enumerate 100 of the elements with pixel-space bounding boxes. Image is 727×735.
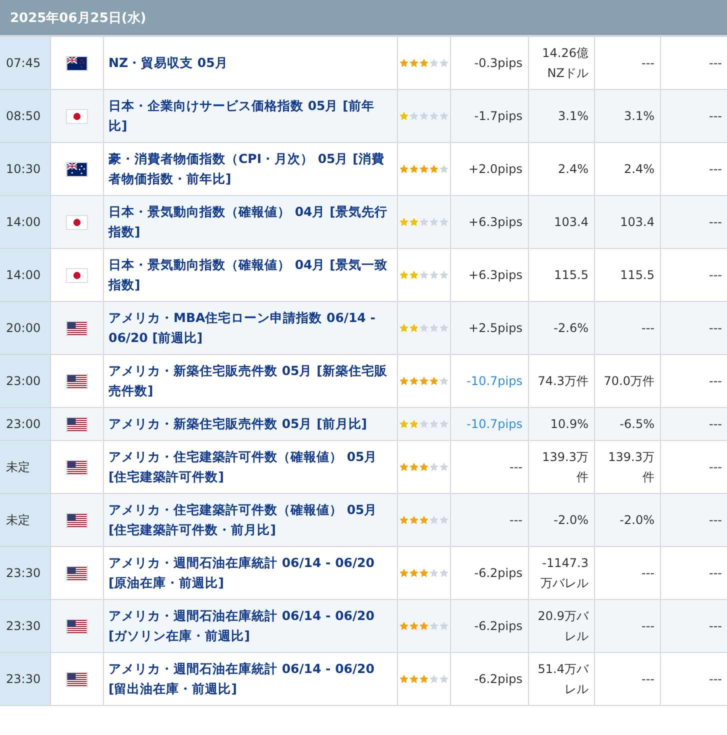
star-icon bbox=[428, 58, 438, 68]
pips-cell: +2.5pips bbox=[468, 321, 522, 335]
time-cell-text: 10:30 bbox=[6, 161, 41, 178]
pips-cell: --- bbox=[510, 513, 522, 527]
forecast-cell-text: --- bbox=[642, 671, 654, 688]
star-icon bbox=[418, 270, 428, 280]
flag-icon bbox=[66, 214, 88, 230]
star-icon bbox=[428, 323, 438, 333]
pips-cell: -6.2pips bbox=[474, 672, 522, 686]
star-icon bbox=[418, 323, 428, 333]
flag-icon bbox=[66, 566, 88, 580]
actual-cell-text: 115.5 bbox=[554, 267, 588, 284]
time-cell-text: 08:50 bbox=[6, 108, 41, 125]
star-icon bbox=[408, 270, 418, 280]
star-icon bbox=[398, 111, 408, 121]
time-cell-text: 14:00 bbox=[6, 267, 41, 284]
star-icon bbox=[398, 217, 408, 227]
actual-cell-text: 10.9% bbox=[550, 416, 588, 433]
star-icon bbox=[408, 674, 418, 684]
star-icon bbox=[428, 111, 438, 121]
star-icon bbox=[408, 621, 418, 631]
previous-cell-text: --- bbox=[709, 55, 722, 72]
star-icon bbox=[418, 621, 428, 631]
star-icon bbox=[408, 462, 418, 472]
pips-cell: -0.3pips bbox=[474, 56, 522, 70]
flag-icon bbox=[66, 374, 88, 388]
date-header: 2025年06月25日(水) bbox=[9, 10, 146, 26]
flag-icon bbox=[66, 268, 88, 282]
star-icon bbox=[428, 621, 438, 631]
star-icon bbox=[428, 568, 438, 578]
previous-cell-text: --- bbox=[709, 671, 722, 688]
star-icon bbox=[408, 568, 418, 578]
time-cell-text: 23:30 bbox=[6, 618, 41, 635]
flag-icon bbox=[66, 512, 88, 528]
star-icon bbox=[398, 515, 408, 525]
star-icon bbox=[438, 164, 448, 174]
pips-cell: -1.7pips bbox=[474, 109, 522, 123]
star-icon bbox=[438, 323, 448, 333]
forecast-cell-text: 115.5 bbox=[620, 267, 654, 284]
forecast-cell-text: --- bbox=[642, 55, 654, 72]
star-icon bbox=[418, 674, 428, 684]
flag-icon bbox=[66, 108, 88, 124]
star-icon bbox=[418, 376, 428, 386]
star-icon bbox=[398, 58, 408, 68]
star-icon bbox=[438, 568, 448, 578]
star-icon bbox=[398, 674, 408, 684]
flag-icon bbox=[66, 320, 88, 336]
pips-cell: --- bbox=[510, 460, 522, 474]
flag-icon bbox=[66, 672, 88, 686]
forecast-cell-text: 70.0万件 bbox=[604, 373, 654, 390]
actual-cell-text: 3.1% bbox=[558, 108, 588, 125]
time-cell-text: 23:30 bbox=[6, 565, 41, 582]
forecast-cell-text: 139.3万件 bbox=[607, 449, 654, 486]
star-icon bbox=[438, 270, 448, 280]
time-cell-text: 14:00 bbox=[6, 214, 41, 231]
star-icon bbox=[418, 419, 428, 429]
event-link[interactable]: NZ・貿易収支 05月 bbox=[108, 53, 228, 73]
forecast-cell-text: -6.5% bbox=[620, 416, 654, 433]
star-icon bbox=[408, 111, 418, 121]
star-icon bbox=[418, 58, 428, 68]
star-icon bbox=[428, 376, 438, 386]
forecast-cell-text: 3.1% bbox=[624, 108, 654, 125]
star-icon bbox=[438, 674, 448, 684]
star-icon bbox=[428, 674, 438, 684]
forecast-cell-text: --- bbox=[642, 320, 654, 337]
time-cell-text: 20:00 bbox=[6, 320, 41, 337]
actual-cell-text: 14.26億NZドル bbox=[541, 45, 588, 82]
star-icon bbox=[398, 462, 408, 472]
flag-icon bbox=[66, 162, 88, 176]
time-cell-text: 23:30 bbox=[6, 671, 41, 688]
star-icon bbox=[428, 270, 438, 280]
flag-icon bbox=[66, 618, 88, 634]
star-icon bbox=[418, 164, 428, 174]
pips-cell: -10.7pips bbox=[466, 417, 522, 431]
star-icon bbox=[418, 111, 428, 121]
time-cell-text: 07:45 bbox=[6, 55, 41, 72]
star-icon bbox=[398, 270, 408, 280]
star-icon bbox=[438, 419, 448, 429]
previous-cell-text: --- bbox=[709, 108, 722, 125]
time-cell-text: 未定 bbox=[6, 459, 30, 476]
time-cell-text: 未定 bbox=[6, 512, 30, 529]
previous-cell-text: --- bbox=[709, 267, 722, 284]
star-icon bbox=[418, 217, 428, 227]
actual-cell-text: -1147.3万バレル bbox=[540, 555, 588, 592]
star-icon bbox=[438, 111, 448, 121]
actual-cell-text: 2.4% bbox=[558, 161, 588, 178]
pips-cell: -10.7pips bbox=[466, 374, 522, 388]
actual-cell-text: 103.4 bbox=[554, 214, 588, 231]
previous-cell-text: --- bbox=[709, 161, 722, 178]
flag-icon bbox=[66, 416, 88, 432]
star-icon bbox=[428, 462, 438, 472]
star-icon bbox=[398, 164, 408, 174]
star-icon bbox=[418, 462, 428, 472]
star-icon bbox=[408, 419, 418, 429]
star-icon bbox=[408, 164, 418, 174]
star-icon bbox=[428, 164, 438, 174]
forecast-cell-text: 103.4 bbox=[620, 214, 654, 231]
forecast-cell-text: 2.4% bbox=[624, 161, 654, 178]
forecast-cell-text: --- bbox=[642, 565, 654, 582]
pips-cell: +6.3pips bbox=[468, 215, 522, 229]
